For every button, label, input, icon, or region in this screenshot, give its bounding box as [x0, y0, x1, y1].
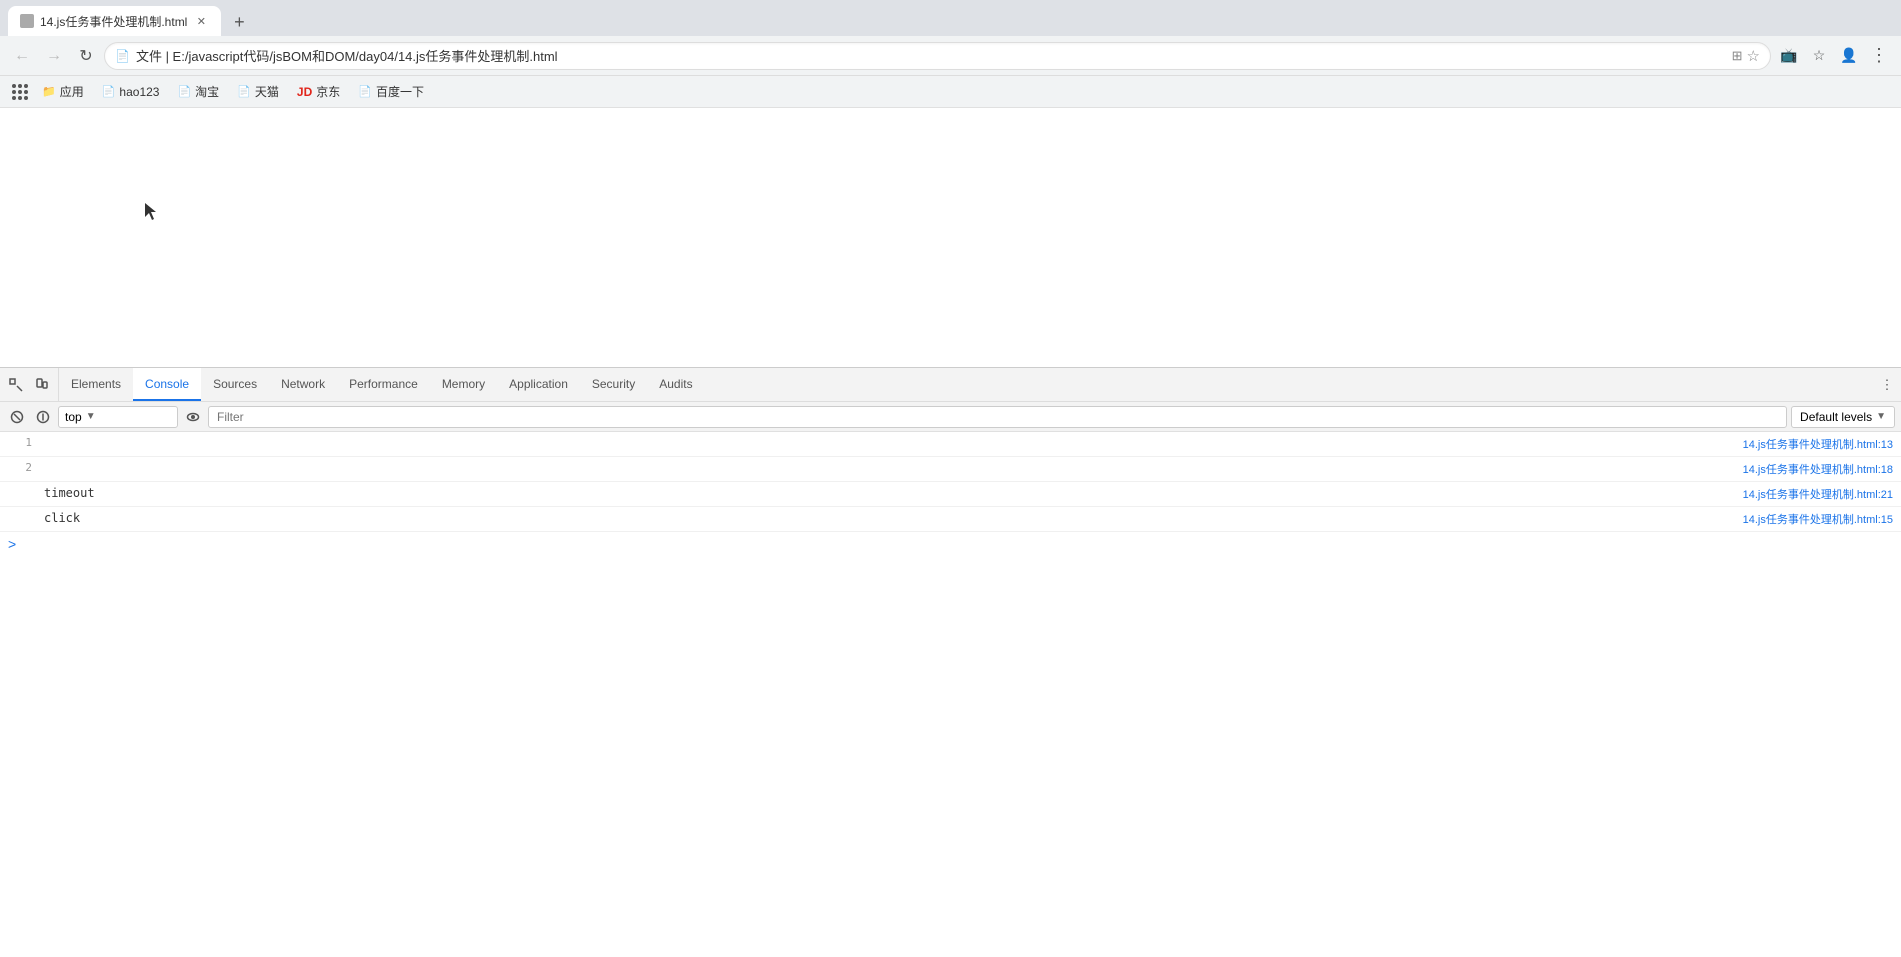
- tab-elements[interactable]: Elements: [59, 368, 133, 401]
- clear-console-button[interactable]: [6, 406, 28, 428]
- filter-input[interactable]: [208, 406, 1787, 428]
- bookmark-yingyong[interactable]: 📁 应用: [34, 80, 92, 104]
- bookmark-yingyong-label: 应用: [60, 83, 84, 100]
- security-icon: 📄: [115, 49, 130, 63]
- menu-button[interactable]: ⋮: [1865, 42, 1893, 70]
- apps-button[interactable]: [8, 80, 32, 104]
- context-dropdown[interactable]: top ▼: [58, 406, 178, 428]
- console-line-timeout: timeout 14.js任务事件处理机制.html:21: [0, 482, 1901, 507]
- bookmark-tianmao[interactable]: 📄 天猫: [229, 80, 287, 104]
- bookmark-jd-label: 京东: [316, 83, 340, 100]
- console-toolbar: top ▼ Default levels ▼: [0, 402, 1901, 432]
- page-content: [0, 108, 1901, 367]
- tab-close-button[interactable]: ✕: [193, 13, 209, 29]
- line-number-timeout: [0, 484, 40, 488]
- tab-console[interactable]: Console: [133, 368, 201, 401]
- address-bar[interactable]: 📄 文件 | E:/javascript代码/jsBOM和DOM/day04/1…: [104, 42, 1771, 70]
- account-button[interactable]: 👤: [1835, 42, 1863, 70]
- bookmark-taobao-icon: 📄: [177, 85, 191, 98]
- eye-button[interactable]: [182, 406, 204, 428]
- line-content-2: [40, 459, 1735, 463]
- bookmark-baidu-label: 百度一下: [376, 83, 424, 100]
- levels-dropdown-arrow: ▼: [1876, 411, 1886, 422]
- line-content-click: click: [40, 509, 1735, 527]
- devtools-icon-buttons: [0, 368, 59, 401]
- bookmark-baidu[interactable]: 📄 百度一下: [350, 80, 432, 104]
- bookmark-baidu-icon: 📄: [358, 85, 372, 98]
- tab-audits[interactable]: Audits: [647, 368, 704, 401]
- new-tab-button[interactable]: +: [225, 8, 253, 36]
- tab-network[interactable]: Network: [269, 368, 337, 401]
- console-line-1: 1 14.js任务事件处理机制.html:13: [0, 432, 1901, 457]
- line-number-2: 2: [0, 459, 40, 476]
- back-button[interactable]: ←: [8, 42, 36, 70]
- devtools-tab-bar: Elements Console Sources Network Perform…: [0, 368, 1901, 402]
- tab-title: 14.js任务事件处理机制.html: [40, 13, 187, 30]
- line-source-2[interactable]: 14.js任务事件处理机制.html:18: [1735, 459, 1901, 479]
- tab-favicon: [20, 14, 34, 28]
- levels-dropdown[interactable]: Default levels ▼: [1791, 406, 1895, 428]
- address-text: 文件 | E:/javascript代码/jsBOM和DOM/day04/14.…: [136, 46, 1726, 65]
- bookmark-hao123-label: hao123: [119, 85, 159, 99]
- address-right-icons: ⊞ ☆: [1732, 47, 1760, 65]
- bookmark-taobao-label: 淘宝: [195, 83, 219, 100]
- reload-button[interactable]: ↻: [72, 42, 100, 70]
- line-number-click: [0, 509, 40, 513]
- bookmark-button[interactable]: ☆: [1805, 42, 1833, 70]
- cast-button[interactable]: 📺: [1775, 42, 1803, 70]
- devtools-panel: Elements Console Sources Network Perform…: [0, 367, 1901, 957]
- inspect-element-button[interactable]: [4, 373, 28, 397]
- line-source-timeout[interactable]: 14.js任务事件处理机制.html:21: [1735, 484, 1901, 504]
- bookmark-hao123[interactable]: 📄 hao123: [94, 80, 168, 104]
- line-source-1[interactable]: 14.js任务事件处理机制.html:13: [1735, 434, 1901, 454]
- line-content-1: [40, 434, 1735, 438]
- translate-icon[interactable]: ⊞: [1732, 48, 1743, 64]
- browser-frame: 14.js任务事件处理机制.html ✕ + ← → ↻ 📄 文件 | E:/j…: [0, 0, 1901, 957]
- nav-bar: ← → ↻ 📄 文件 | E:/javascript代码/jsBOM和DOM/d…: [0, 36, 1901, 76]
- context-value: top: [65, 410, 82, 424]
- line-content-timeout: timeout: [40, 484, 1735, 502]
- context-dropdown-arrow: ▼: [86, 411, 96, 422]
- tab-sources[interactable]: Sources: [201, 368, 269, 401]
- bookmark-taobao[interactable]: 📄 淘宝: [169, 80, 227, 104]
- console-output: 1 14.js任务事件处理机制.html:13 2 14.js任务事件处理机制.…: [0, 432, 1901, 957]
- line-source-click[interactable]: 14.js任务事件处理机制.html:15: [1735, 509, 1901, 529]
- tab-memory[interactable]: Memory: [430, 368, 497, 401]
- console-line-click: click 14.js任务事件处理机制.html:15: [0, 507, 1901, 532]
- tab-bar: 14.js任务事件处理机制.html ✕ +: [0, 0, 1901, 36]
- bookmark-tianmao-label: 天猫: [255, 83, 279, 100]
- bookmark-tianmao-icon: 📄: [237, 85, 251, 98]
- tab-security[interactable]: Security: [580, 368, 647, 401]
- device-toolbar-button[interactable]: [30, 373, 54, 397]
- tab-application[interactable]: Application: [497, 368, 580, 401]
- toolbar-right: 📺 ☆ 👤 ⋮: [1775, 42, 1893, 70]
- apps-icon: [12, 84, 28, 100]
- console-prompt-line[interactable]: >: [0, 532, 1901, 556]
- devtools-more-button[interactable]: ⋮: [1873, 368, 1901, 401]
- prompt-arrow: >: [8, 536, 16, 552]
- bookmark-folder-icon: 📁: [42, 85, 56, 98]
- bookmarks-bar: 📁 应用 📄 hao123 📄 淘宝 📄 天猫 JD 京东 📄 百度一下: [0, 76, 1901, 108]
- tab-performance[interactable]: Performance: [337, 368, 430, 401]
- forward-button[interactable]: →: [40, 42, 68, 70]
- bookmark-jd[interactable]: JD 京东: [289, 80, 348, 104]
- levels-value: Default levels: [1800, 410, 1872, 424]
- cursor-indicator: [145, 203, 159, 217]
- bookmark-star-icon[interactable]: ☆: [1747, 47, 1760, 65]
- preserve-log-button[interactable]: [32, 406, 54, 428]
- line-number-1: 1: [0, 434, 40, 451]
- bookmark-page-icon: 📄: [102, 85, 116, 98]
- browser-tab[interactable]: 14.js任务事件处理机制.html ✕: [8, 6, 221, 36]
- tab-spacer: [705, 368, 1873, 401]
- bookmark-jd-icon: JD: [297, 85, 312, 99]
- console-line-2: 2 14.js任务事件处理机制.html:18: [0, 457, 1901, 482]
